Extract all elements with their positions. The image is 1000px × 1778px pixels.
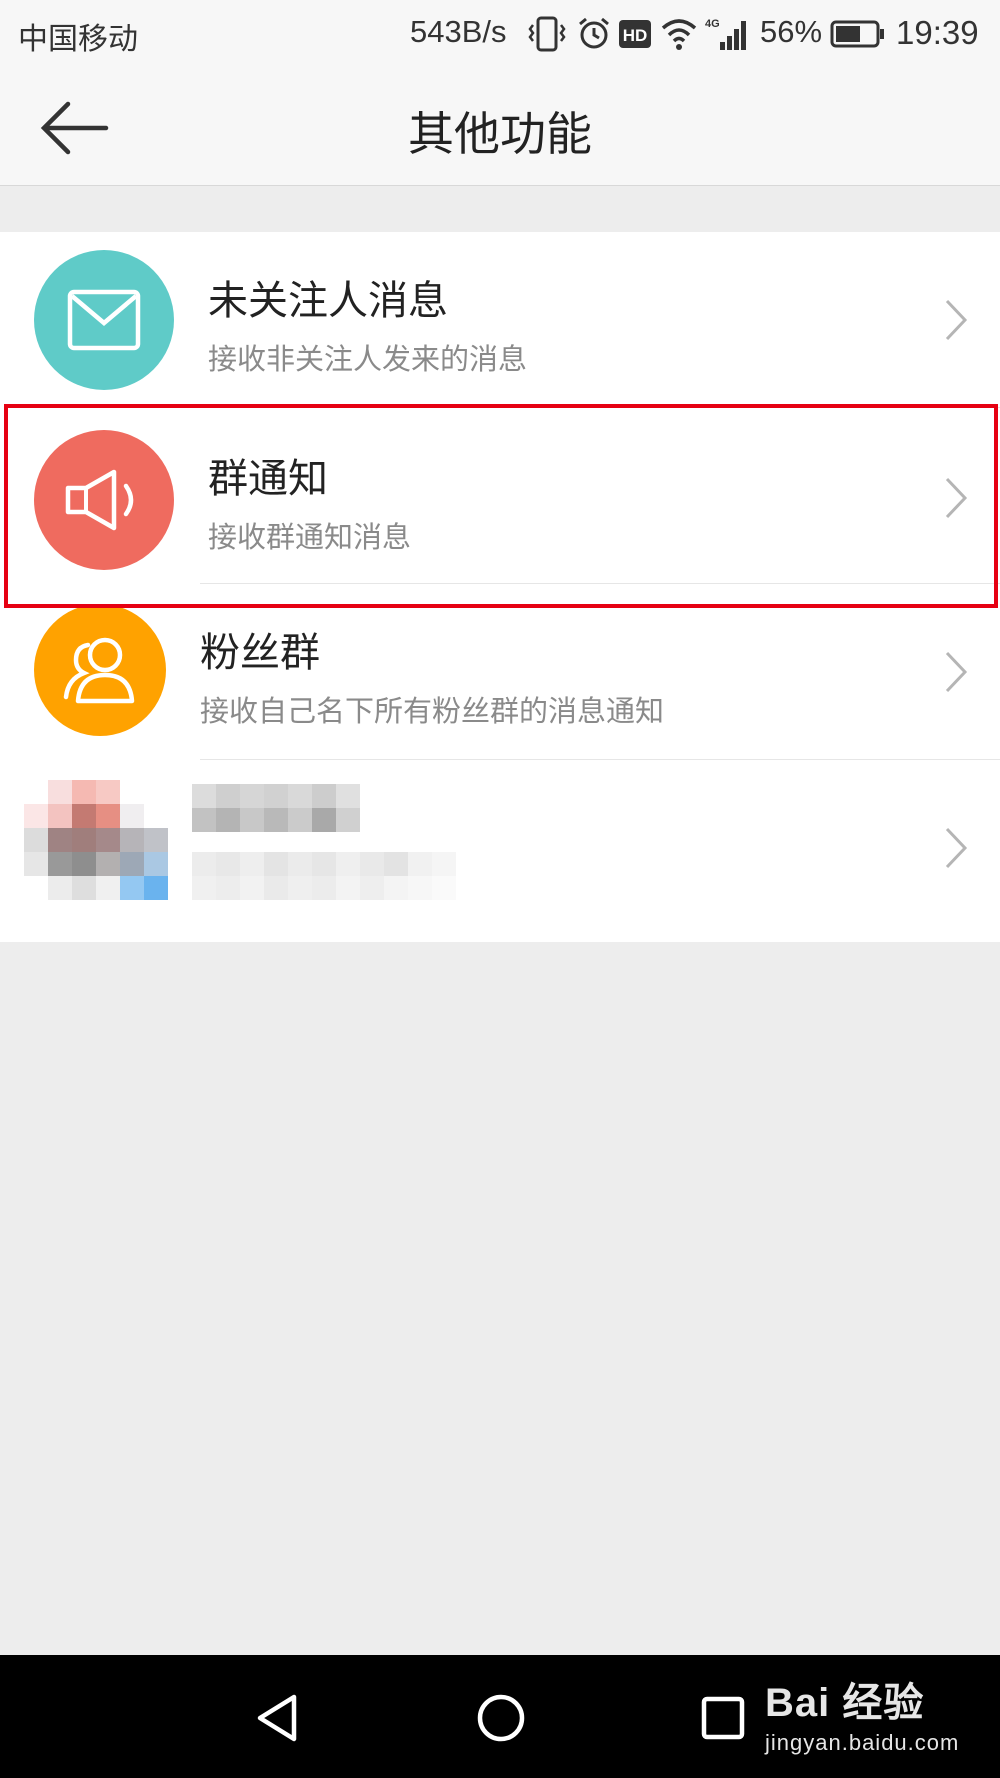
- home-circle-icon[interactable]: [476, 1693, 526, 1743]
- chevron-right-icon: [945, 651, 968, 693]
- recents-square-icon[interactable]: [700, 1695, 746, 1741]
- list-item-subtitle: 接收非关注人发来的消息: [208, 342, 528, 376]
- back-triangle-icon[interactable]: [254, 1693, 300, 1743]
- baidu-jingyan-watermark: Bai 经验 jingyan.baidu.com: [765, 1670, 959, 1756]
- list-item-title: 粉丝群: [200, 630, 320, 676]
- pixelated-title: [192, 784, 360, 832]
- wifi-icon: [661, 19, 697, 50]
- chevron-right-icon: [945, 299, 968, 341]
- list-item-subtitle: 接收群通知消息: [208, 520, 412, 554]
- svg-text:4G: 4G: [705, 18, 720, 30]
- envelope-icon: [34, 250, 174, 390]
- list-item-redacted[interactable]: [0, 760, 1000, 936]
- carrier-label: 中国移动: [18, 22, 138, 57]
- list-item-subtitle: 接收自己名下所有粉丝群的消息通知: [200, 694, 665, 728]
- alarm-icon: [579, 17, 609, 49]
- pixelated-avatar: [24, 780, 168, 900]
- status-bar: 中国移动 543B/s HD 4G 56% 19:39: [0, 0, 1000, 68]
- chevron-right-icon: [945, 827, 968, 869]
- watermark-url: jingyan.baidu.com: [765, 1730, 960, 1755]
- list-item-fan-groups[interactable]: 粉丝群 接收自己名下所有粉丝群的消息通知: [0, 584, 1000, 760]
- settings-list: 未关注人消息 接收非关注人发来的消息 群通知 接收群通知消息 粉丝群 接收自己名…: [0, 232, 1000, 942]
- chevron-right-icon: [945, 477, 968, 519]
- vibrate-icon: [528, 16, 566, 52]
- svg-text:HD: HD: [623, 26, 648, 45]
- watermark-brand: Bai 经验: [765, 1681, 925, 1725]
- speaker-icon: [34, 430, 174, 570]
- network-speed: 543B/s: [410, 14, 507, 49]
- users-icon: [34, 604, 166, 736]
- battery-percent: 56%: [760, 14, 823, 49]
- list-item-group-notifications[interactable]: 群通知 接收群通知消息: [0, 408, 1000, 584]
- battery-icon: [830, 20, 884, 48]
- pixelated-subtitle: [192, 852, 456, 900]
- page-title: 其他功能: [408, 107, 592, 161]
- list-item-title: 未关注人消息: [208, 278, 448, 324]
- clock: 19:39: [896, 14, 979, 51]
- list-item-unfollowed-messages[interactable]: 未关注人消息 接收非关注人发来的消息: [0, 232, 1000, 408]
- list-item-title: 群通知: [208, 456, 328, 502]
- 4g-signal-icon: 4G: [705, 18, 746, 50]
- hd-icon: HD: [619, 20, 651, 48]
- header: 其他功能: [0, 68, 1000, 186]
